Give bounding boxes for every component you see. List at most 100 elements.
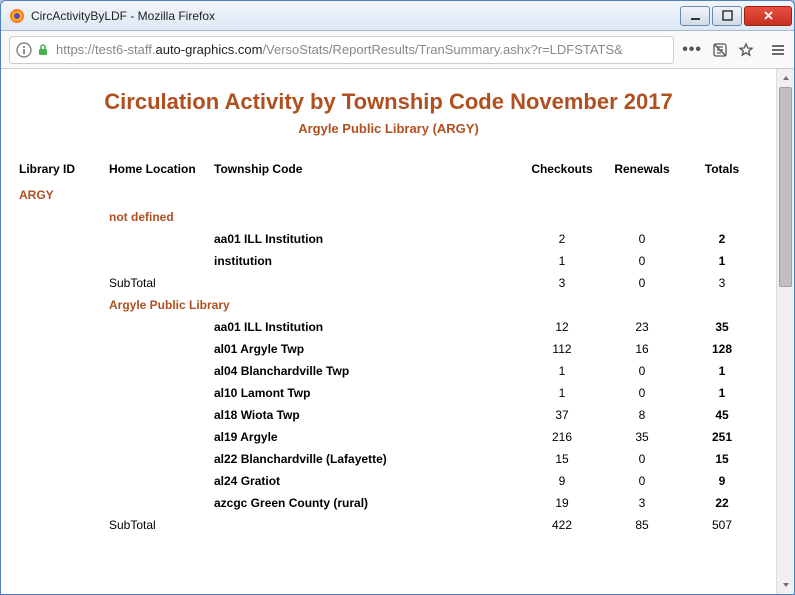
totals-cell: 1	[682, 360, 762, 382]
browser-window: CircActivityByLDF - Mozilla Firefox http…	[0, 0, 795, 595]
renewals-cell: 0	[602, 228, 682, 250]
renewals-cell: 0	[602, 382, 682, 404]
subtotal-row: SubTotal 3 0 3	[15, 272, 762, 294]
titlebar: CircActivityByLDF - Mozilla Firefox	[1, 1, 794, 31]
checkouts-cell: 2	[522, 228, 602, 250]
lock-icon	[36, 43, 50, 57]
renewals-cell: 3	[602, 492, 682, 514]
col-township-code: Township Code	[210, 158, 522, 184]
checkouts-cell: 1	[522, 250, 602, 272]
bookmark-icon[interactable]	[738, 42, 754, 58]
checkouts-cell: 12	[522, 316, 602, 338]
library-id-row: ARGY	[15, 184, 762, 206]
township-code-cell: al10 Lamont Twp	[210, 382, 522, 404]
url-input[interactable]: https://test6-staff.auto-graphics.com/Ve…	[9, 36, 674, 64]
window-controls	[680, 6, 792, 26]
col-totals: Totals	[682, 158, 762, 184]
scroll-thumb[interactable]	[779, 87, 792, 287]
reader-icon[interactable]	[712, 42, 728, 58]
toolbar-icons: •••	[682, 41, 786, 59]
scroll-down-arrow[interactable]	[777, 576, 794, 594]
renewals-cell: 35	[602, 426, 682, 448]
home-location-cell: not defined	[105, 206, 762, 228]
subtotal-totals: 3	[682, 272, 762, 294]
content-wrapper: Circulation Activity by Township Code No…	[1, 69, 794, 594]
data-row: al18 Wiota Twp 37 8 45	[15, 404, 762, 426]
renewals-cell: 8	[602, 404, 682, 426]
data-row: aa01 ILL Institution 12 23 35	[15, 316, 762, 338]
renewals-cell: 0	[602, 470, 682, 492]
firefox-icon	[9, 8, 25, 24]
data-row: al01 Argyle Twp 112 16 128	[15, 338, 762, 360]
subtotal-renewals: 0	[602, 272, 682, 294]
subtotal-totals: 507	[682, 514, 762, 536]
close-button[interactable]	[744, 6, 792, 26]
report-subtitle: Argyle Public Library (ARGY)	[15, 121, 762, 136]
totals-cell: 35	[682, 316, 762, 338]
checkouts-cell: 216	[522, 426, 602, 448]
subtotal-checkouts: 3	[522, 272, 602, 294]
checkouts-cell: 37	[522, 404, 602, 426]
checkouts-cell: 112	[522, 338, 602, 360]
subtotal-label: SubTotal	[105, 272, 210, 294]
menu-icon[interactable]	[770, 42, 786, 58]
township-code-cell: institution	[210, 250, 522, 272]
url-host: auto-graphics.com	[155, 42, 262, 57]
home-location-row: not defined	[15, 206, 762, 228]
report-title: Circulation Activity by Township Code No…	[15, 89, 762, 115]
more-icon[interactable]: •••	[682, 41, 702, 59]
checkouts-cell: 19	[522, 492, 602, 514]
data-row: al10 Lamont Twp 1 0 1	[15, 382, 762, 404]
checkouts-cell: 9	[522, 470, 602, 492]
data-row: institution 1 0 1	[15, 250, 762, 272]
col-checkouts: Checkouts	[522, 158, 602, 184]
renewals-cell: 0	[602, 448, 682, 470]
data-row: al19 Argyle 216 35 251	[15, 426, 762, 448]
data-row: al04 Blanchardville Twp 1 0 1	[15, 360, 762, 382]
renewals-cell: 16	[602, 338, 682, 360]
data-row: azcgc Green County (rural) 19 3 22	[15, 492, 762, 514]
report-table: Library ID Home Location Township Code C…	[15, 158, 762, 536]
subtotal-label: SubTotal	[105, 514, 210, 536]
scrollbar[interactable]	[776, 69, 794, 594]
url-path: /VersoStats/ReportResults/TranSummary.as…	[262, 42, 622, 57]
renewals-cell: 0	[602, 360, 682, 382]
township-code-cell: al04 Blanchardville Twp	[210, 360, 522, 382]
totals-cell: 251	[682, 426, 762, 448]
window-title: CircActivityByLDF - Mozilla Firefox	[31, 9, 680, 23]
col-home-location: Home Location	[105, 158, 210, 184]
header-row: Library ID Home Location Township Code C…	[15, 158, 762, 184]
renewals-cell: 23	[602, 316, 682, 338]
subtotal-checkouts: 422	[522, 514, 602, 536]
data-row: al22 Blanchardville (Lafayette) 15 0 15	[15, 448, 762, 470]
totals-cell: 15	[682, 448, 762, 470]
data-row: aa01 ILL Institution 2 0 2	[15, 228, 762, 250]
township-code-cell: al01 Argyle Twp	[210, 338, 522, 360]
col-renewals: Renewals	[602, 158, 682, 184]
library-id-cell: ARGY	[15, 184, 105, 206]
data-row: al24 Gratiot 9 0 9	[15, 470, 762, 492]
township-code-cell: aa01 ILL Institution	[210, 228, 522, 250]
totals-cell: 128	[682, 338, 762, 360]
totals-cell: 1	[682, 382, 762, 404]
home-location-row: Argyle Public Library	[15, 294, 762, 316]
totals-cell: 45	[682, 404, 762, 426]
township-code-cell: al22 Blanchardville (Lafayette)	[210, 448, 522, 470]
subtotal-renewals: 85	[602, 514, 682, 536]
township-code-cell: al18 Wiota Twp	[210, 404, 522, 426]
totals-cell: 1	[682, 250, 762, 272]
subtotal-row: SubTotal 422 85 507	[15, 514, 762, 536]
scroll-up-arrow[interactable]	[777, 69, 794, 87]
home-location-cell: Argyle Public Library	[105, 294, 762, 316]
url-prefix: https://test6-staff.	[56, 42, 155, 57]
township-code-cell: azcgc Green County (rural)	[210, 492, 522, 514]
totals-cell: 2	[682, 228, 762, 250]
township-code-cell: al19 Argyle	[210, 426, 522, 448]
checkouts-cell: 1	[522, 382, 602, 404]
col-library-id: Library ID	[15, 158, 105, 184]
info-icon[interactable]	[16, 42, 32, 58]
township-code-cell: al24 Gratiot	[210, 470, 522, 492]
minimize-button[interactable]	[680, 6, 710, 26]
township-code-cell: aa01 ILL Institution	[210, 316, 522, 338]
maximize-button[interactable]	[712, 6, 742, 26]
